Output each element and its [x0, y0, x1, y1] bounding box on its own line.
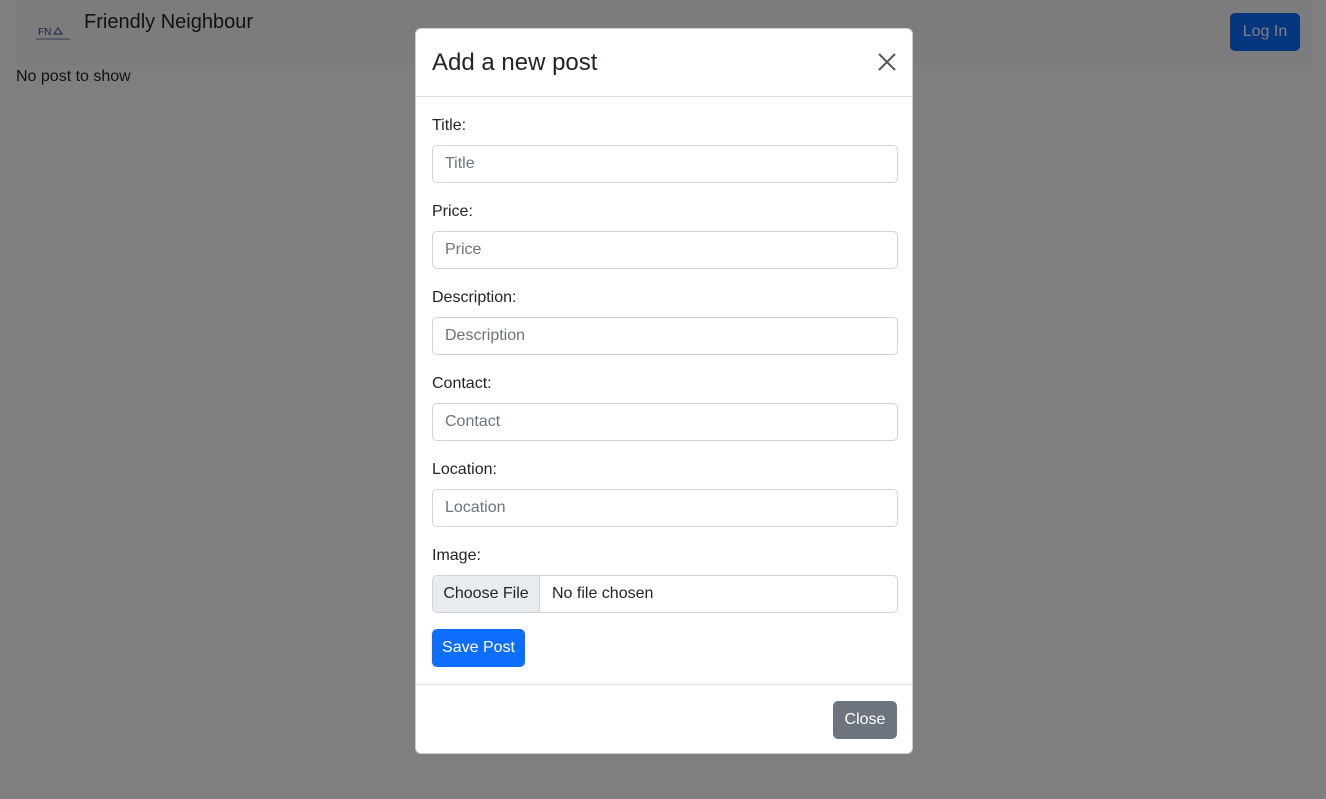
- image-label: Image:: [432, 547, 481, 564]
- description-label: Description:: [432, 289, 517, 306]
- price-label: Price:: [432, 203, 473, 220]
- close-button[interactable]: Close: [833, 701, 897, 739]
- title-label: Title:: [432, 117, 467, 134]
- add-post-modal: Add a new post Title: Price: Description…: [415, 28, 913, 754]
- modal-body: Title: Price: Description: Contact: Loca…: [416, 97, 912, 684]
- save-post-button[interactable]: Save Post: [432, 629, 525, 667]
- contact-input[interactable]: [432, 403, 898, 441]
- description-input[interactable]: [432, 317, 898, 355]
- modal-title: Add a new post: [432, 49, 598, 76]
- location-label: Location:: [432, 461, 497, 478]
- modal-footer: Close: [416, 684, 912, 754]
- image-file-input[interactable]: Choose File No file chosen: [432, 575, 898, 613]
- price-input[interactable]: [432, 231, 898, 269]
- contact-label: Contact:: [432, 375, 492, 392]
- choose-file-button[interactable]: Choose File: [433, 576, 540, 612]
- close-icon[interactable]: [876, 51, 898, 73]
- location-input[interactable]: [432, 489, 898, 527]
- title-input[interactable]: [432, 145, 898, 183]
- modal-header: Add a new post: [416, 29, 912, 97]
- file-status: No file chosen: [552, 585, 654, 602]
